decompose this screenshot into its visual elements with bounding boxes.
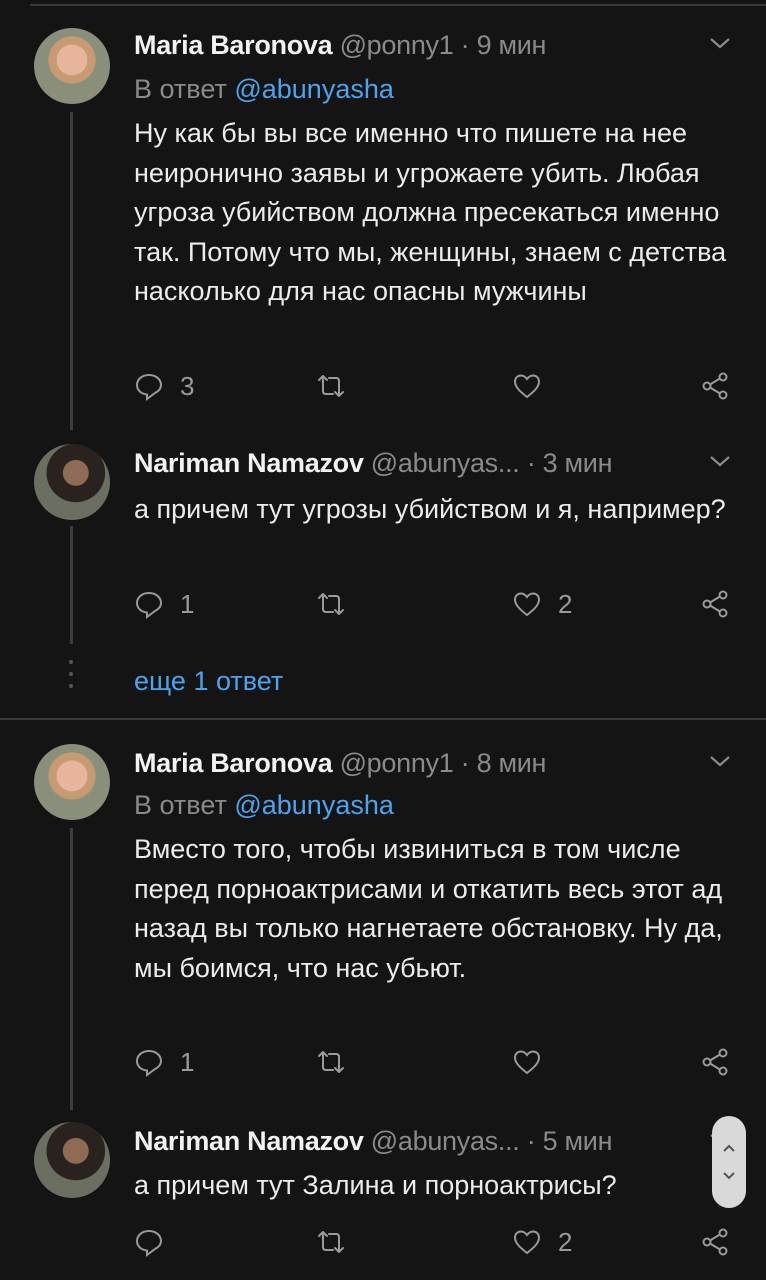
reply-button[interactable] bbox=[134, 1222, 164, 1262]
retweet-button[interactable] bbox=[316, 1042, 346, 1082]
retweet-icon bbox=[318, 1051, 344, 1073]
reply-to-line: В ответ @abunyasha bbox=[134, 74, 394, 105]
tweet-actions: 1 bbox=[134, 1042, 744, 1082]
share-icon bbox=[702, 1048, 728, 1076]
share-icon bbox=[702, 1228, 728, 1256]
thread-line bbox=[70, 112, 73, 430]
reply-count: 1 bbox=[180, 588, 195, 619]
author-handle[interactable]: @abunyas... bbox=[371, 448, 520, 478]
retweet-icon bbox=[318, 1231, 344, 1253]
timestamp[interactable]: 3 мин bbox=[543, 448, 613, 478]
reply-mention-link[interactable]: @abunyasha bbox=[234, 790, 394, 820]
reply-count: 1 bbox=[180, 1046, 195, 1077]
reply-button[interactable]: 3 bbox=[134, 366, 194, 406]
retweet-button[interactable] bbox=[316, 584, 346, 624]
like-count: 2 bbox=[558, 588, 573, 619]
like-button[interactable] bbox=[512, 366, 542, 406]
author-handle[interactable]: @ponny1 bbox=[340, 748, 454, 778]
retweet-button[interactable] bbox=[316, 1222, 346, 1262]
tweet-text: Ну как бы вы все именно что пишете на не… bbox=[134, 118, 727, 306]
tweet-text: а причем тут Залина и порноактрисы? bbox=[134, 1170, 617, 1200]
author-name[interactable]: Maria Baronova bbox=[134, 748, 333, 778]
reply-mention-link[interactable]: @abunyasha bbox=[234, 74, 394, 104]
maria-avatar[interactable] bbox=[34, 744, 110, 820]
reply-button[interactable]: 1 bbox=[134, 584, 194, 624]
heart-icon bbox=[513, 592, 541, 617]
chevron-down-icon[interactable] bbox=[708, 752, 732, 770]
reply-icon bbox=[135, 373, 163, 401]
reply-prefix: В ответ bbox=[134, 74, 227, 104]
reply-button[interactable]: 1 bbox=[134, 1042, 194, 1082]
author-name[interactable]: Maria Baronova bbox=[134, 30, 333, 60]
author-name[interactable]: Nariman Namazov bbox=[134, 1126, 364, 1156]
author-line: Maria Baronova @ponny1 · 8 мин bbox=[134, 748, 546, 779]
reply-icon bbox=[135, 1049, 163, 1077]
reply-to-line: В ответ @abunyasha bbox=[134, 790, 394, 821]
author-handle[interactable]: @abunyas... bbox=[371, 1126, 520, 1156]
tweet-actions: 3 bbox=[134, 366, 744, 406]
share-button[interactable] bbox=[700, 366, 730, 406]
like-button[interactable] bbox=[512, 1042, 542, 1082]
author-line: Maria Baronova @ponny1 · 9 мин bbox=[134, 30, 546, 61]
reply-icon bbox=[135, 1229, 163, 1257]
nariman-avatar[interactable] bbox=[34, 1122, 110, 1198]
retweet-button[interactable] bbox=[316, 366, 346, 406]
reply-prefix: В ответ bbox=[134, 790, 227, 820]
share-button[interactable] bbox=[700, 1222, 730, 1262]
like-button[interactable]: 2 bbox=[512, 1222, 572, 1262]
share-button[interactable] bbox=[700, 1042, 730, 1082]
reply-count: 3 bbox=[180, 370, 195, 401]
separator: · bbox=[526, 1126, 536, 1156]
tweet-actions: 2 bbox=[134, 1222, 744, 1262]
retweet-icon bbox=[318, 593, 344, 615]
author-handle[interactable]: @ponny1 bbox=[340, 30, 454, 60]
chevron-down-icon[interactable] bbox=[722, 1171, 736, 1181]
share-icon bbox=[702, 372, 728, 400]
heart-icon bbox=[513, 1050, 541, 1075]
tweet-divider bbox=[0, 718, 766, 720]
show-more-replies-link[interactable]: еще 1 ответ bbox=[134, 666, 283, 697]
thread-line bbox=[70, 526, 73, 644]
separator: · bbox=[460, 30, 470, 60]
tweet-text: Вместо того, чтобы извиниться в том числ… bbox=[134, 834, 723, 983]
author-line: Nariman Namazov @abunyas... · 3 мин bbox=[134, 448, 612, 479]
top-divider bbox=[30, 4, 766, 6]
like-button[interactable]: 2 bbox=[512, 584, 572, 624]
heart-icon bbox=[513, 374, 541, 399]
nariman-avatar[interactable] bbox=[34, 444, 110, 520]
share-button[interactable] bbox=[700, 584, 730, 624]
author-line: Nariman Namazov @abunyas... · 5 мин bbox=[134, 1126, 612, 1157]
thread-dots bbox=[69, 660, 73, 696]
chevron-down-icon[interactable] bbox=[708, 452, 732, 470]
chevron-down-icon[interactable] bbox=[708, 34, 732, 52]
thread-line bbox=[70, 828, 73, 1110]
like-count: 2 bbox=[558, 1226, 573, 1257]
chevron-up-icon[interactable] bbox=[722, 1143, 736, 1153]
timestamp[interactable]: 8 мин bbox=[477, 748, 547, 778]
separator: · bbox=[460, 748, 470, 778]
timestamp[interactable]: 9 мин bbox=[477, 30, 547, 60]
reply-icon bbox=[135, 591, 163, 619]
timestamp[interactable]: 5 мин bbox=[543, 1126, 613, 1156]
heart-icon bbox=[513, 1230, 541, 1255]
retweet-icon bbox=[318, 375, 344, 397]
maria-avatar[interactable] bbox=[34, 28, 110, 104]
author-name[interactable]: Nariman Namazov bbox=[134, 448, 364, 478]
tweet-text: а причем тут угрозы убийством и я, напри… bbox=[134, 494, 726, 524]
tweet-actions: 1 2 bbox=[134, 584, 744, 624]
separator: · bbox=[526, 448, 536, 478]
scroll-widget[interactable] bbox=[712, 1116, 746, 1208]
share-icon bbox=[702, 590, 728, 618]
